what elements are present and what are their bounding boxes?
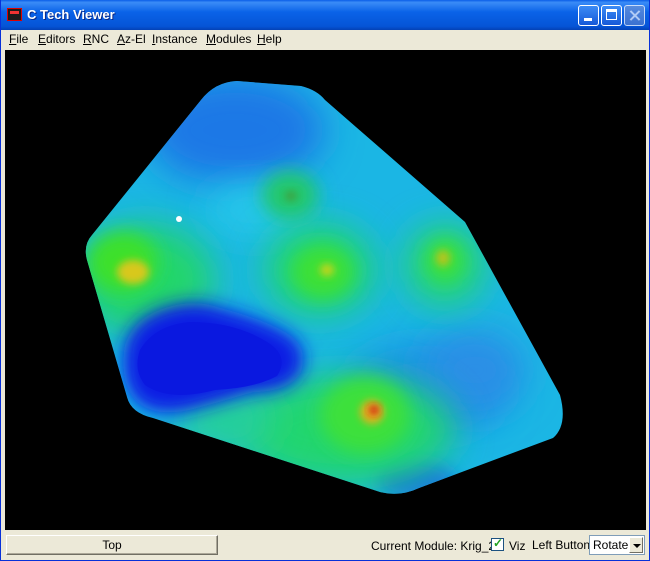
current-module-label: Current Module: Krig_2D	[371, 539, 504, 553]
minimize-button[interactable]	[578, 5, 599, 26]
kriging-surface[interactable]	[5, 50, 646, 530]
sample-point-marker	[176, 216, 182, 222]
maximize-button[interactable]	[601, 5, 622, 26]
window-title: C Tech Viewer	[27, 7, 115, 22]
menu-editors[interactable]: Editors	[38, 32, 75, 46]
menu-az-el[interactable]: Az-El	[117, 32, 146, 46]
app-window: C Tech Viewer File Editors RNC Az-El Ins…	[0, 0, 650, 561]
left-button-label: Left Button	[532, 538, 591, 552]
status-bar: Top Current Module: Krig_2D ✓ Viz Left B…	[1, 531, 649, 560]
minimize-icon	[584, 18, 592, 21]
render-viewport[interactable]	[5, 50, 646, 530]
menu-help[interactable]: Help	[257, 32, 282, 46]
menu-instance[interactable]: Instance	[152, 32, 197, 46]
dropdown-button[interactable]	[629, 537, 643, 553]
title-bar[interactable]: C Tech Viewer	[1, 0, 649, 30]
view-top-button[interactable]: Top	[6, 535, 218, 555]
left-button-mode-select[interactable]: Rotate	[589, 535, 645, 555]
maximize-icon	[606, 9, 617, 20]
close-icon	[625, 6, 644, 25]
menu-bar: File Editors RNC Az-El Instance Modules …	[1, 30, 649, 49]
menu-rnc[interactable]: RNC	[83, 32, 109, 46]
menu-modules[interactable]: Modules	[206, 32, 251, 46]
viz-label: Viz	[509, 539, 526, 553]
viz-checkbox[interactable]: ✓	[491, 536, 504, 551]
app-icon[interactable]	[7, 8, 22, 21]
checkmark-icon: ✓	[493, 536, 504, 550]
left-button-mode-value: Rotate	[593, 538, 629, 552]
close-button[interactable]	[624, 5, 645, 26]
chevron-down-icon	[633, 544, 641, 548]
menu-file[interactable]: File	[9, 32, 28, 46]
